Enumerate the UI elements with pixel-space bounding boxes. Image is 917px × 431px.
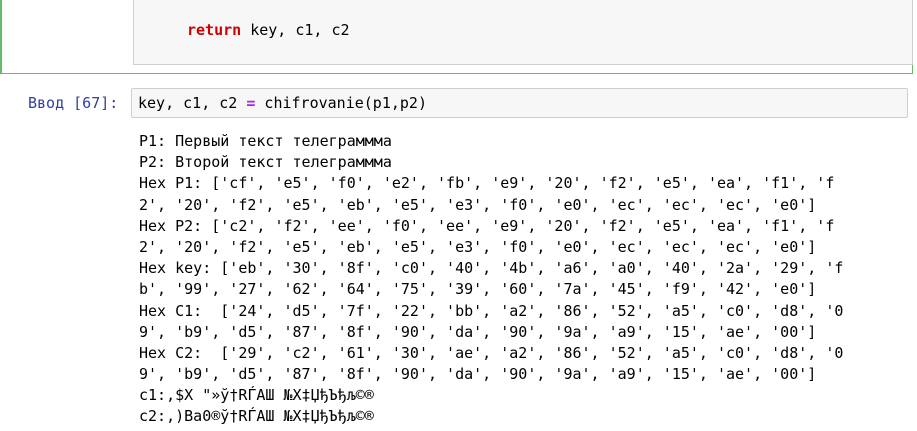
code-function-call: chifrovanie(p1,p2) <box>255 94 427 112</box>
previous-cell-input[interactable]: return key, c1, c2 <box>133 0 913 65</box>
code-line: key, c1, c2 = chifrovanie(p1,p2) <box>138 94 427 112</box>
output-line: 2', '20', 'f2', 'e5', 'eb', 'e5', 'e3', … <box>139 237 909 258</box>
output-line: c2:,)Ba0®ў†RЃАШ №Х‡ЏђЪђљ©® <box>139 406 909 427</box>
input-prompt: Ввод [67]: <box>28 94 118 112</box>
output-line: Hex C1: ['24', 'd5', '7f', '22', 'bb', '… <box>139 301 909 322</box>
return-values: key, c1, c2 <box>241 21 349 39</box>
output-line: Hex C2: ['29', 'c2', '61', '30', 'ae', '… <box>139 343 909 364</box>
output-line: c1:,$X "»ў†RЃАШ №Х‡ЏђЪђљ©® <box>139 385 909 406</box>
return-keyword: return <box>187 21 241 39</box>
output-line: P2: Второй текст телеграммма <box>139 152 909 173</box>
output-line: Hex P2: ['c2', 'f2', 'ee', 'f0', 'ee', '… <box>139 216 909 237</box>
output-line: b', '99', '27', '62', '64', '75', '39', … <box>139 279 909 300</box>
output-line: P1: Первый текст телеграммма <box>139 131 909 152</box>
notebook-page: return key, c1, c2 Ввод [67]: key, c1, c… <box>0 0 917 431</box>
output-line: 9', 'b9', 'd5', '87', '8f', '90', 'da', … <box>139 322 909 343</box>
output-line: 9', 'b9', 'd5', '87', '8f', '90', 'da', … <box>139 364 909 385</box>
output-line: Hex key: ['eb', '30', '8f', 'c0', '40', … <box>139 258 909 279</box>
previous-cell-code-line: return key, c1, c2 <box>187 21 350 39</box>
previous-code-cell[interactable]: return key, c1, c2 <box>0 0 913 74</box>
output-line: Hex P1: ['cf', 'e5', 'f0', 'e2', 'fb', '… <box>139 173 909 194</box>
code-cell-input[interactable]: key, c1, c2 = chifrovanie(p1,p2) <box>131 88 908 118</box>
cell-output: P1: Первый текст телеграммма P2: Второй … <box>139 131 909 428</box>
code-assign-targets: key, c1, c2 <box>138 94 246 112</box>
output-line: 2', '20', 'f2', 'e5', 'eb', 'e5', 'e3', … <box>139 195 909 216</box>
